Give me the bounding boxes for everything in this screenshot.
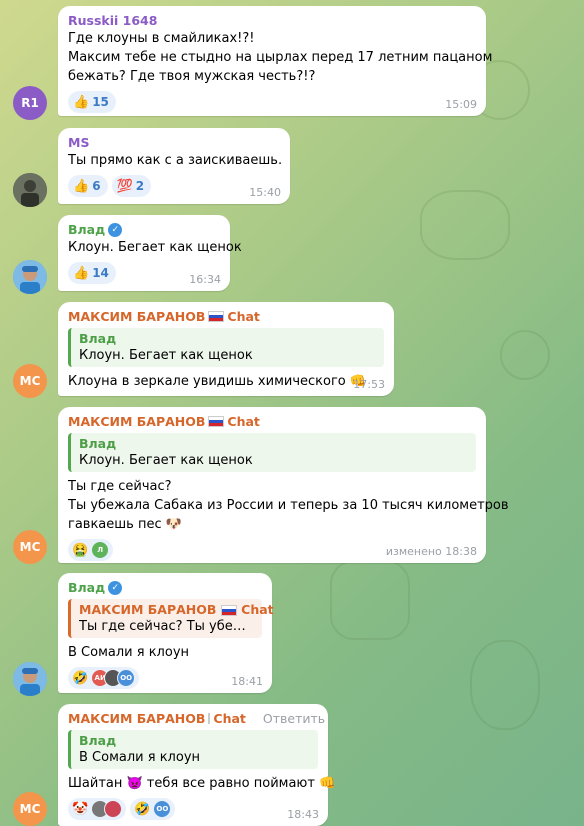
message-time: 15:40 <box>249 186 281 199</box>
russia-flag-icon <box>208 416 225 427</box>
message-bubble[interactable]: МАКСИМ БАРАНОВ Chat Ответить Влад В Сомали… <box>58 704 336 826</box>
reactor-avatar: OO <box>117 669 136 687</box>
reaction-rofl[interactable]: 🤣 OO <box>130 798 176 820</box>
russia-flag-icon <box>208 713 211 724</box>
message-text: гавкаешь пес 🐶 <box>68 517 182 532</box>
message-bubble[interactable]: MS Ты прямо как с а заискиваешь. 👍 6 💯 2 1… <box>58 128 290 204</box>
reaction-hundred[interactable]: 💯 2 <box>111 175 152 197</box>
reaction-thumbs-up[interactable]: 👍 6 <box>68 175 108 197</box>
message-author[interactable]: Влад ✓ <box>68 221 220 238</box>
message-text: Где клоуны в смайликах!?! <box>68 31 255 46</box>
reaction-nauseated[interactable]: 🤮 Л <box>68 539 114 561</box>
message-time: 16:34 <box>189 273 221 286</box>
reply-quote[interactable]: Влад Клоун. Бегает как щенок <box>68 433 476 472</box>
user-photo-icon <box>13 173 47 207</box>
message-text: Клоуна в зеркале увидишь химического 👊 <box>68 374 367 389</box>
message-bubble[interactable]: МАКСИМ БАРАНОВ Chat Влад Клоун. Бегает ка… <box>58 407 509 563</box>
avatar[interactable] <box>13 173 47 207</box>
message-author[interactable]: МАКСИМ БАРАНОВ Chat Ответить <box>68 710 325 727</box>
message-author[interactable]: МАКСИМ БАРАНОВ Chat <box>68 413 476 430</box>
message-bubble[interactable]: Влад ✓ МАКСИМ БАРАНОВ Chat Ты где сейчас?… <box>58 573 274 693</box>
message-text: бежать? Где твоя мужская честь?!? <box>68 69 316 84</box>
reactor-avatar: Л <box>91 541 110 559</box>
russia-flag-icon <box>208 311 225 322</box>
message-time: изменено 18:38 <box>385 545 477 558</box>
reactor-avatar <box>104 800 123 818</box>
reaction-thumbs-up[interactable]: 👍 15 <box>68 91 116 113</box>
message-bubble[interactable]: Влад ✓ Клоун. Бегает как щенок 👍 14 16:34 <box>58 215 242 291</box>
avatar[interactable]: MC <box>13 364 47 398</box>
avatar[interactable]: MC <box>13 530 47 564</box>
message-text: Максим тебе не стыдно на цырлах перед 17… <box>68 50 493 65</box>
message-author[interactable]: MS <box>68 134 280 151</box>
message-time: 15:09 <box>445 98 477 111</box>
avatar[interactable]: R1 <box>13 86 47 120</box>
message-text: Клоун. Бегает как щенок <box>68 240 242 255</box>
russia-flag-icon <box>220 605 237 616</box>
verified-icon: ✓ <box>108 580 123 595</box>
message-time: 17:53 <box>353 378 385 391</box>
reply-quote[interactable]: МАКСИМ БАРАНОВ Chat Ты где сейчас? Ты уб… <box>68 599 274 638</box>
user-photo-icon <box>13 260 47 294</box>
message-author[interactable]: Russkii 1648 <box>68 12 476 29</box>
message-text: Ты где сейчас? <box>68 479 172 494</box>
message-text: Шайтан 👿 тебя все равно поймают 👊 <box>68 776 336 791</box>
message-text: Ты убежала Сабака из России и теперь за … <box>68 498 509 513</box>
reply-quote[interactable]: Влад В Сомали я клоун <box>68 730 318 769</box>
avatar[interactable]: MC <box>13 792 47 826</box>
message-time: 18:41 <box>231 675 263 688</box>
avatar[interactable] <box>13 662 47 696</box>
message-bubble[interactable]: МАКСИМ БАРАНОВ Chat Влад Клоун. Бегает ка… <box>58 302 394 396</box>
avatar[interactable] <box>13 260 47 294</box>
message-bubble[interactable]: Russkii 1648 Где клоуны в смайликах!?! М… <box>58 6 493 116</box>
reply-quote[interactable]: Влад Клоун. Бегает как щенок <box>68 328 384 367</box>
message-time: 18:43 <box>287 808 319 821</box>
reaction-clown[interactable]: 🤡 <box>68 798 127 820</box>
message-text: Ты прямо как с а заискиваешь. <box>68 153 283 168</box>
reactor-avatar: OO <box>153 800 172 818</box>
message-text: В Сомали я клоун <box>68 645 190 660</box>
reaction-thumbs-up[interactable]: 👍 14 <box>68 262 116 284</box>
user-photo-icon <box>13 662 47 696</box>
verified-icon: ✓ <box>108 222 123 237</box>
message-author[interactable]: МАКСИМ БАРАНОВ Chat <box>68 308 384 325</box>
reply-link[interactable]: Ответить <box>263 710 325 727</box>
reaction-rofl[interactable]: 🤣 АИ OO <box>68 667 140 689</box>
message-author[interactable]: Влад ✓ <box>68 579 262 596</box>
